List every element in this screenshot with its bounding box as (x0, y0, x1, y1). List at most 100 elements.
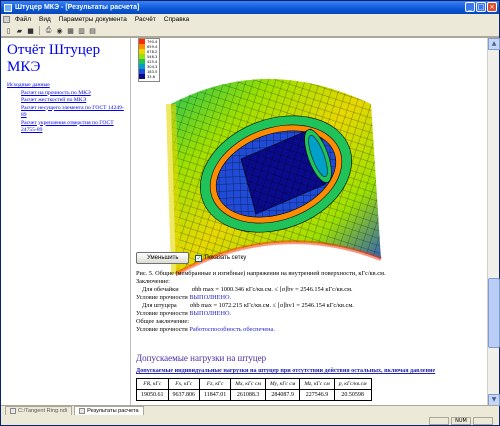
show-grid-checkbox[interactable]: ✓ (195, 254, 203, 262)
nozzle-sigma: σhb max (189, 302, 212, 309)
shell-prefix: Для обечайки (142, 286, 179, 293)
overall-result: Работоспособность обеспечена. (189, 326, 275, 333)
table-header-cell: p, кГс/кв.см (333, 378, 372, 390)
scroll-thumb[interactable] (488, 278, 500, 348)
tab-label: Результаты расчета (87, 408, 139, 414)
nav-link-gost-24755[interactable]: Расчет укрепления отверстия по ГОСТ 2475… (7, 120, 124, 135)
table-header-cell: Fx, кГс (167, 378, 200, 390)
table-icon[interactable]: ▤ (88, 26, 97, 35)
num-lock-indicator: NUM (451, 416, 471, 425)
figure-caption: Рис. 5. Общие (мембранные и изгибные) на… (136, 270, 386, 277)
minimize-icon[interactable]: _ (465, 2, 475, 12)
preview-icon[interactable]: ◉ (55, 26, 64, 35)
open-folder-icon[interactable]: ▰ (15, 26, 24, 35)
strength-result: ВЫПОЛНЕНО. (189, 294, 232, 301)
menu-document-settings[interactable]: Параметры документа (56, 16, 130, 23)
loads-table-title: Допускаемые индивидуальные нагрузки на ш… (136, 368, 436, 374)
menu-file[interactable]: Файл (12, 16, 34, 23)
table-header-cell: My, кГс см (264, 378, 301, 390)
shell-le: ≤ (274, 286, 279, 293)
shrink-button[interactable]: Уменьшить (136, 252, 190, 264)
shell-unit: кГс/кв.см. (245, 286, 273, 293)
tab-source-file[interactable]: С:/Tangent Ring.ndi (5, 406, 73, 415)
table-header-row: FR, кГс Fx, кГс Fz, кГс Mx, кГс см My, к… (136, 378, 372, 390)
legend-value: 659.4 (147, 44, 158, 49)
strength-label: Условие прочности (136, 294, 188, 301)
legend-swatch (139, 74, 145, 79)
strength-result: ВЫПОЛНЕНО. (189, 310, 232, 317)
nav-link-input-data[interactable]: Исходные данные (7, 82, 124, 90)
loads-heading: Допускаемые нагрузки на штуцер (136, 353, 267, 363)
toolbar: ▯ ▰ ■ ⎙ ◉ ▦ ▥ ▤ (1, 25, 499, 37)
table-cell: 9637.806 (167, 389, 200, 401)
table-header-cell: Mx, кГс см (230, 378, 266, 390)
table-cell: 227546.9 (299, 389, 335, 401)
legend-value: 33.6 (147, 74, 156, 79)
nozzle-eq: = (213, 302, 218, 309)
shell-value: 1000.346 (220, 286, 245, 293)
document-tabs: С:/Tangent Ring.ndi Результаты расчета (1, 405, 499, 415)
maximize-icon[interactable]: □ (476, 2, 486, 12)
mesh-icon[interactable]: ▦ (66, 26, 75, 35)
tab-label: С:/Tangent Ring.ndi (18, 408, 68, 414)
image-controls: Уменьшить ✓ Показать сетку (136, 252, 246, 264)
toolbar-separator (39, 26, 40, 35)
nozzle-value: 1072.215 (218, 302, 243, 309)
nav-link-fem-strength[interactable]: Расчет на прочность по МКЭ (7, 90, 124, 98)
close-icon[interactable]: × (487, 2, 497, 12)
window-title: Штуцер МКЭ - [Результаты расчета] (15, 4, 140, 11)
nozzle-allow-value: 2546.154 (301, 302, 326, 309)
loads-table: FR, кГс Fx, кГс Fz, кГс Mx, кГс см My, к… (136, 378, 372, 401)
nozzle-allow-symbol: [σ]hv1 = (277, 302, 300, 309)
legend-value: 678.2 (147, 49, 158, 54)
nozzle-le: ≤ (272, 302, 277, 309)
new-document-icon[interactable]: ▯ (4, 26, 13, 35)
menu-help[interactable]: Справка (161, 16, 193, 23)
show-grid-toggle[interactable]: ✓ Показать сетку (195, 254, 247, 262)
overall-line: Условие прочности Работоспособность обес… (136, 326, 481, 334)
menu-bar: Файл Вид Параметры документа Расчёт Спра… (1, 14, 499, 25)
legend-value: 790.4 (147, 39, 158, 44)
legend-value: 425.4 (147, 59, 158, 64)
nozzle-prefix: Для штуцера (142, 302, 177, 309)
status-bar: NUM (1, 415, 499, 426)
title-bar[interactable]: Штуцер МКЭ - [Результаты расчета] _ □ × (1, 1, 499, 14)
report-icon (79, 408, 86, 414)
overall-label: Общее заключение: (136, 318, 189, 325)
application-window: Штуцер МКЭ - [Результаты расчета] _ □ × … (0, 0, 500, 426)
app-icon (4, 3, 12, 12)
status-pane (473, 416, 493, 425)
shell-check-line: Для обечайки σhb max = 1000.346 кГс/кв.с… (136, 286, 481, 294)
bar-chart-icon[interactable]: ▥ (77, 26, 86, 35)
table-cell: 11847.01 (198, 389, 232, 401)
main-area: Отчёт Штуцер МКЭ Исходные данные Расчет … (1, 37, 500, 406)
legend-value: 546.3 (147, 54, 158, 59)
menu-calculation[interactable]: Расчёт (132, 16, 159, 23)
status-pane (429, 416, 449, 425)
save-icon[interactable]: ■ (26, 26, 35, 35)
report-content: 790.4 659.4 678.2 546.3 425.4 304.3 183.… (132, 38, 487, 406)
vertical-scrollbar[interactable]: ▲ ▼ (487, 38, 500, 406)
nozzle-check-line: Для штуцера σhb max = 1072.215 кГс/кв.см… (136, 302, 481, 310)
nav-link-fem-stiffness[interactable]: Расчет жесткостей по МКЭ (7, 97, 124, 105)
scroll-up-icon[interactable]: ▲ (488, 38, 500, 50)
table-header-cell: FR, кГс (136, 378, 169, 390)
shell-strength-line: Условие прочности ВЫПОЛНЕНО. (136, 294, 481, 302)
conclusion-block: Рис. 5. Общие (мембранные и изгибные) на… (136, 270, 481, 334)
nav-link-gost-14249[interactable]: Расчет несущего элемента по ГОСТ 14249-8… (7, 105, 124, 120)
color-legend: 790.4 659.4 678.2 546.3 425.4 304.3 183.… (138, 38, 160, 82)
shell-allow-unit: кГс/кв.см. (325, 286, 353, 293)
table-cell: 284087.9 (264, 389, 301, 401)
show-grid-label: Показать сетку (204, 255, 247, 261)
legend-row: 33.6 (139, 74, 159, 79)
nozzle-unit: кГс/кв.см. (243, 302, 272, 309)
report-navigation: Отчёт Штуцер МКЭ Исходные данные Расчет … (1, 38, 131, 406)
table-header-cell: Mz, кГс см (299, 378, 335, 390)
legend-value: 183.5 (147, 69, 158, 74)
strength-label: Условие прочности (136, 310, 188, 317)
nozzle-strength-line: Условие прочности ВЫПОЛНЕНО. (136, 310, 481, 318)
file-icon (10, 408, 16, 414)
menu-view[interactable]: Вид (36, 16, 54, 23)
print-icon[interactable]: ⎙ (44, 26, 53, 35)
tab-results[interactable]: Результаты расчета (74, 406, 144, 415)
